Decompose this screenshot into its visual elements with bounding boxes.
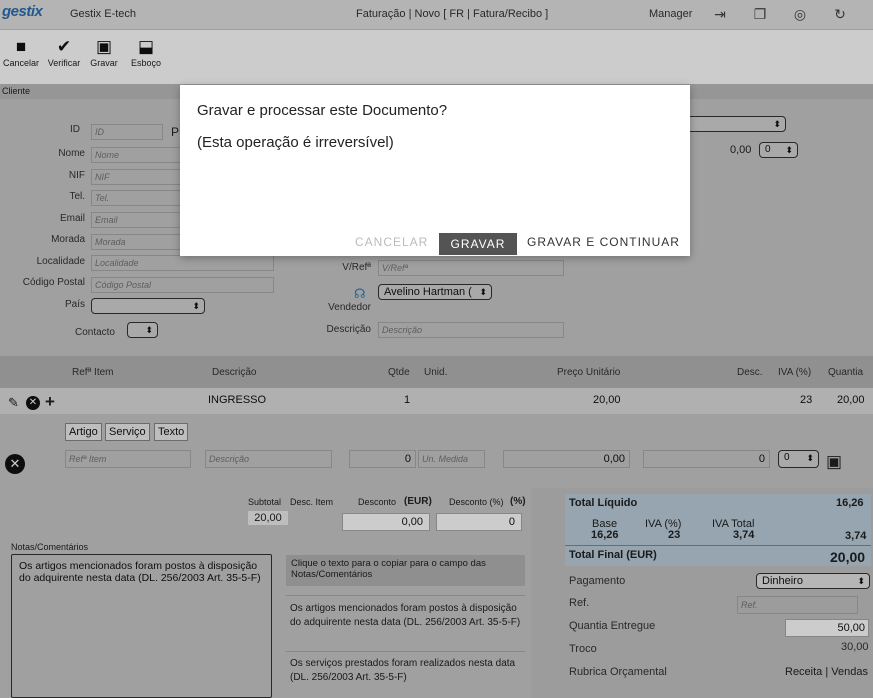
dialog-save-continue-button[interactable]: GRAVAR E CONTINUAR <box>527 235 680 249</box>
dialog-message: (Esta operação é irreversível) <box>197 134 394 151</box>
dialog-cancel-button[interactable]: CANCELAR <box>355 235 428 249</box>
dialog-title: Gravar e processar este Documento? <box>197 102 448 119</box>
dialog-save-button[interactable]: GRAVAR <box>439 233 517 255</box>
confirm-dialog: Gravar e processar este Documento? (Esta… <box>180 85 690 256</box>
